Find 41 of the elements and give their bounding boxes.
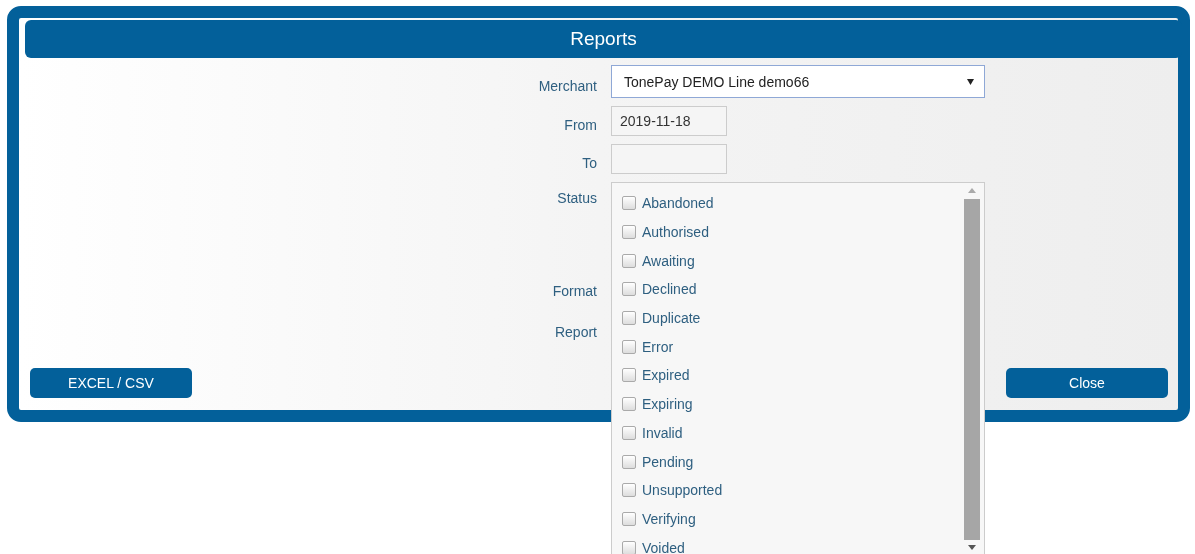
option-label[interactable]: Abandoned: [642, 195, 714, 212]
checkbox[interactable]: [622, 282, 636, 297]
checkbox[interactable]: [622, 425, 636, 440]
status-list[interactable]: Abandoned Authorised Awaiting Declined Duplicate Error Expired Expiring Invalid Pending Unsupported Verifying Voided: [611, 182, 985, 554]
option-label[interactable]: Expired: [642, 367, 690, 384]
date-field[interactable]: [611, 144, 727, 174]
checkbox[interactable]: [622, 339, 636, 354]
scroll-up-icon[interactable]: [967, 188, 976, 193]
option-label[interactable]: Verifying: [642, 510, 696, 527]
date-field[interactable]: 2019-11-18: [611, 106, 727, 136]
option-label[interactable]: Awaiting: [642, 252, 695, 269]
checkbox[interactable]: [622, 454, 636, 469]
option-label[interactable]: Declined: [642, 281, 697, 298]
field-label: To: [581, 154, 597, 173]
option-label[interactable]: Voided: [642, 539, 685, 554]
field-label: Status: [556, 189, 597, 208]
action-button[interactable]: EXCEL / CSV: [30, 368, 192, 398]
option-label[interactable]: Unsupported: [642, 482, 723, 499]
checkbox[interactable]: [622, 253, 636, 268]
checkbox[interactable]: [622, 368, 636, 383]
checkbox[interactable]: [622, 397, 636, 412]
option-label[interactable]: Expiring: [642, 396, 693, 413]
field-label: Report: [553, 323, 597, 342]
option-label[interactable]: Authorised: [642, 224, 709, 241]
option-label[interactable]: Pending: [642, 453, 694, 470]
checkbox[interactable]: [622, 540, 636, 554]
checkbox[interactable]: [622, 511, 636, 526]
option-label[interactable]: Invalid: [642, 424, 683, 441]
option-label[interactable]: Error: [642, 338, 674, 355]
checkbox[interactable]: [622, 483, 636, 498]
merchant-select[interactable]: TonePay DEMO Line demo66: [611, 65, 985, 98]
field-label: From: [563, 116, 597, 135]
checkbox[interactable]: [622, 225, 636, 240]
checkbox[interactable]: [622, 311, 636, 326]
field-label: Merchant: [537, 76, 597, 96]
caret-icon: [967, 78, 974, 85]
action-button[interactable]: Close: [1006, 368, 1168, 398]
option-label[interactable]: Duplicate: [642, 310, 701, 327]
scroll-down-icon[interactable]: [967, 545, 976, 550]
checkbox[interactable]: [622, 196, 636, 211]
field-label: Format: [551, 282, 597, 301]
